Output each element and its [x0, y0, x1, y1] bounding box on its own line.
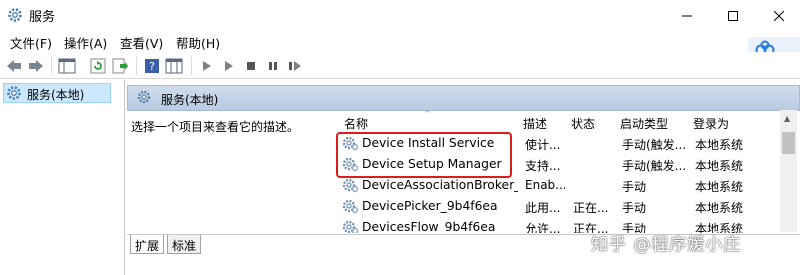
service-startup-type: 手动(触发... [622, 159, 686, 173]
menu-view[interactable]: 查看(V) [120, 33, 163, 52]
service-description: Enab... [525, 178, 565, 192]
help-icon[interactable]: ? [142, 56, 162, 76]
service-name: DevicesFlow_9b4f6ea [362, 220, 496, 233]
tree-item-label: 服务(本地) [27, 88, 85, 102]
column-status[interactable]: 状态 [571, 115, 595, 133]
service-description: 此用... [525, 201, 561, 215]
menu-action[interactable]: 操作(A) [64, 33, 107, 52]
tab-extended[interactable]: 扩展 [130, 235, 165, 254]
toolbar-separator [191, 57, 192, 75]
column-logon-as[interactable]: 登录为 [693, 115, 729, 133]
service-gear-icon [342, 198, 359, 217]
service-startup-type: 手动 [622, 201, 647, 215]
refresh-icon[interactable] [88, 56, 108, 76]
service-startup-type: 手动 [622, 180, 647, 194]
service-description: 支持... [525, 159, 561, 173]
service-name: DeviceAssociationBroker_9... [362, 178, 518, 192]
pause-icon[interactable] [219, 56, 239, 76]
service-logon: 本地系统 [695, 201, 744, 215]
restart-icon[interactable] [285, 56, 305, 76]
stop-icon[interactable] [241, 56, 261, 76]
toolbar-separator [136, 57, 137, 75]
export-list-icon[interactable] [110, 56, 130, 76]
toolbar: ? [0, 52, 800, 79]
service-gear-icon [342, 219, 359, 233]
service-logon: 本地系统 [695, 159, 744, 173]
forward-icon[interactable] [26, 56, 46, 76]
pane-header: 服务(本地) [127, 85, 800, 111]
service-startup-type: 手动(触发... [622, 138, 686, 152]
properties-icon[interactable] [164, 56, 184, 76]
menu-help[interactable]: 帮助(H) [176, 33, 220, 52]
service-status: 正在... [573, 201, 609, 215]
column-startup-type[interactable]: 启动类型 [620, 115, 668, 133]
highlight-annotation-box [336, 132, 512, 178]
service-description: 允许... [525, 222, 561, 233]
pane-header-title: 服务(本地) [161, 93, 219, 107]
title-bar: 服务 [0, 0, 800, 31]
show-hide-tree-icon[interactable] [57, 56, 77, 76]
tree-item-services-local[interactable]: 服务(本地) [3, 83, 111, 103]
scroll-up-icon[interactable]: ▲ [784, 114, 790, 123]
service-logon: 本地系统 [695, 180, 744, 194]
description-text: 选择一个项目来查看它的描述。 [131, 120, 300, 134]
service-description: 使计... [525, 138, 561, 152]
close-button[interactable] [756, 0, 800, 31]
sort-arrow-icon: ^ [424, 109, 431, 118]
vertical-scrollbar[interactable]: ▲ [780, 110, 797, 232]
pause-service-icon[interactable] [263, 56, 283, 76]
gear-icon [6, 85, 22, 104]
service-name: DevicePicker_9b4f6ea [362, 199, 498, 213]
gear-icon [7, 7, 23, 23]
window-title: 服务 [29, 10, 56, 25]
table-row[interactable]: DeviceAssociationBroker_9... Enab... 手动 … [339, 175, 794, 196]
search-icon [136, 89, 154, 110]
start-icon[interactable] [197, 56, 217, 76]
watermark-text: 知乎 @程序媛小庄 [591, 235, 742, 255]
toolbar-separator [51, 57, 52, 75]
minimize-button[interactable] [664, 0, 710, 31]
tree-pane: 服务(本地) [0, 80, 125, 275]
maximize-button[interactable] [710, 0, 756, 31]
back-icon[interactable] [4, 56, 24, 76]
column-description[interactable]: 描述 [523, 115, 547, 133]
svg-text:?: ? [149, 60, 155, 73]
service-logon: 本地系统 [695, 138, 744, 152]
menu-file[interactable]: 文件(F) [10, 33, 52, 52]
column-name[interactable]: 名称 [344, 115, 368, 133]
menu-bar: 文件(F) 操作(A) 查看(V) 帮助(H) [0, 31, 800, 52]
table-row[interactable]: DevicePicker_9b4f6ea 此用... 正在... 手动 本地系统 [339, 196, 794, 217]
tab-standard[interactable]: 标准 [167, 235, 202, 254]
service-gear-icon [342, 177, 359, 196]
scrollbar-thumb[interactable] [782, 132, 795, 154]
